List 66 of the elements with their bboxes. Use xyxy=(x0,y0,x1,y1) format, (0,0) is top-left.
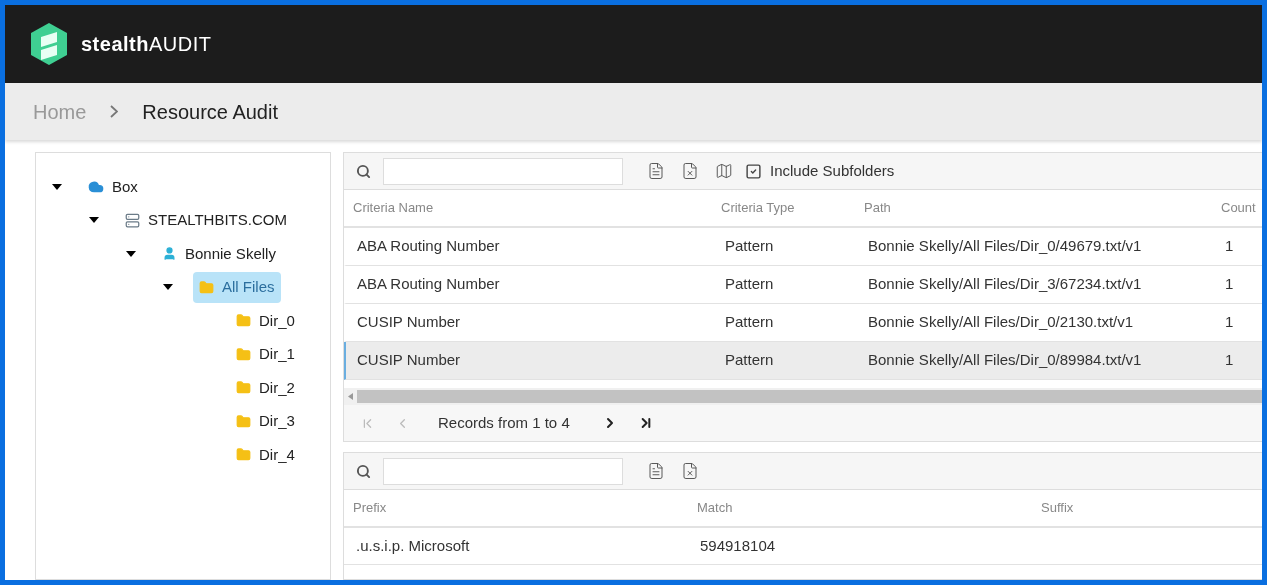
user-icon xyxy=(162,246,177,262)
search-icon xyxy=(356,463,371,479)
table-row[interactable]: ABA Routing Number Pattern Bonnie Skelly/All Files/Dir_3/67234.txt/v1 1 xyxy=(344,266,1262,304)
document-icon[interactable] xyxy=(647,162,665,180)
table-cell-text: Bonnie Skelly/All Files/Dir_3/67234.txt/v1 xyxy=(867,274,1143,295)
table-cell-text: 1 xyxy=(1224,274,1235,295)
column-header[interactable]: Count xyxy=(1212,198,1262,218)
table-row[interactable]: CUSIP Number Pattern Bonnie Skelly/All Files/Dir_0/89984.txt/v1 1 xyxy=(344,342,1262,380)
server-icon xyxy=(125,212,140,228)
table-cell-text: 594918104 xyxy=(699,535,777,556)
column-header[interactable]: Criteria Name xyxy=(344,198,712,218)
expand-toggle[interactable] xyxy=(89,217,99,224)
map-icon[interactable] xyxy=(715,162,733,180)
tree-item[interactable]: Dir_1 xyxy=(230,339,301,370)
table-cell-text: .u.s.i.p. Microsoft xyxy=(355,535,471,556)
app-logo-text: stealthAUDIT xyxy=(81,32,212,57)
chevron-icon xyxy=(110,105,119,118)
table-cell-text: Pattern xyxy=(724,274,775,295)
table-cell-text: 1 xyxy=(1224,236,1235,257)
table-cell-text: Bonnie Skelly/All Files/Dir_0/89984.txt/v1 xyxy=(867,350,1143,371)
column-header[interactable]: Suffix xyxy=(1032,498,1262,518)
column-header[interactable]: Path xyxy=(855,198,1212,218)
column-header[interactable]: Match xyxy=(688,498,1032,518)
tree-item[interactable]: Dir_2 xyxy=(230,372,301,403)
search-icon xyxy=(356,163,371,179)
tree-item[interactable]: Box xyxy=(82,171,144,202)
spreadsheet-icon[interactable] xyxy=(681,162,699,180)
folder-icon xyxy=(236,380,251,396)
table-cell-text: 1 xyxy=(1224,312,1235,333)
tree-item[interactable]: All Files xyxy=(193,272,281,303)
table-cell-text: Bonnie Skelly/All Files/Dir_0/2130.txt/v1 xyxy=(867,312,1135,333)
folder-icon xyxy=(236,346,251,362)
document-icon[interactable] xyxy=(647,462,665,480)
logo-icon xyxy=(29,22,69,66)
table-cell-text: Pattern xyxy=(724,312,775,333)
expand-toggle[interactable] xyxy=(126,250,136,257)
tree-item[interactable]: Dir_0 xyxy=(230,305,301,336)
search-field[interactable] xyxy=(383,457,623,485)
folder-icon xyxy=(236,447,251,463)
tree-item[interactable]: STEALTHBITS.COM xyxy=(119,205,293,236)
table-cell-text: Pattern xyxy=(724,350,775,371)
checkbox[interactable] xyxy=(745,162,762,180)
table-cell-text: ABA Routing Number xyxy=(356,274,501,295)
expand-toggle[interactable] xyxy=(52,183,62,190)
table-cell-text: CUSIP Number xyxy=(356,350,462,371)
table-row[interactable]: ABA Routing Number Pattern Bonnie Skelly/All Files/Dir_0/49679.txt/v1 1 xyxy=(344,228,1262,266)
folder-icon xyxy=(236,413,251,429)
table-cell-text: ABA Routing Number xyxy=(356,236,501,257)
checkbox-label[interactable]: Include Subfolders xyxy=(770,159,895,183)
table-cell-text: 1 xyxy=(1224,350,1235,371)
spreadsheet-icon[interactable] xyxy=(681,462,699,480)
horizontal-scrollbar[interactable] xyxy=(344,388,1262,405)
tree-item[interactable]: Dir_3 xyxy=(230,406,301,437)
table-cell-text: Bonnie Skelly/All Files/Dir_0/49679.txt/v1 xyxy=(867,236,1143,257)
table-cell-text: Pattern xyxy=(724,236,775,257)
folder-icon xyxy=(236,313,251,329)
table-cell-text: CUSIP Number xyxy=(356,312,462,333)
breadcrumb-item: Resource Audit xyxy=(142,99,278,125)
records-label: Records from 1 to 4 xyxy=(438,412,570,433)
tree-item[interactable]: Dir_4 xyxy=(230,439,301,470)
search-field[interactable] xyxy=(383,157,623,185)
column-header[interactable]: Prefix xyxy=(344,498,688,518)
tree-item[interactable]: Bonnie Skelly xyxy=(156,238,282,269)
column-header[interactable]: Criteria Type xyxy=(712,198,855,218)
expand-toggle[interactable] xyxy=(163,284,173,291)
folder-icon xyxy=(199,279,214,295)
